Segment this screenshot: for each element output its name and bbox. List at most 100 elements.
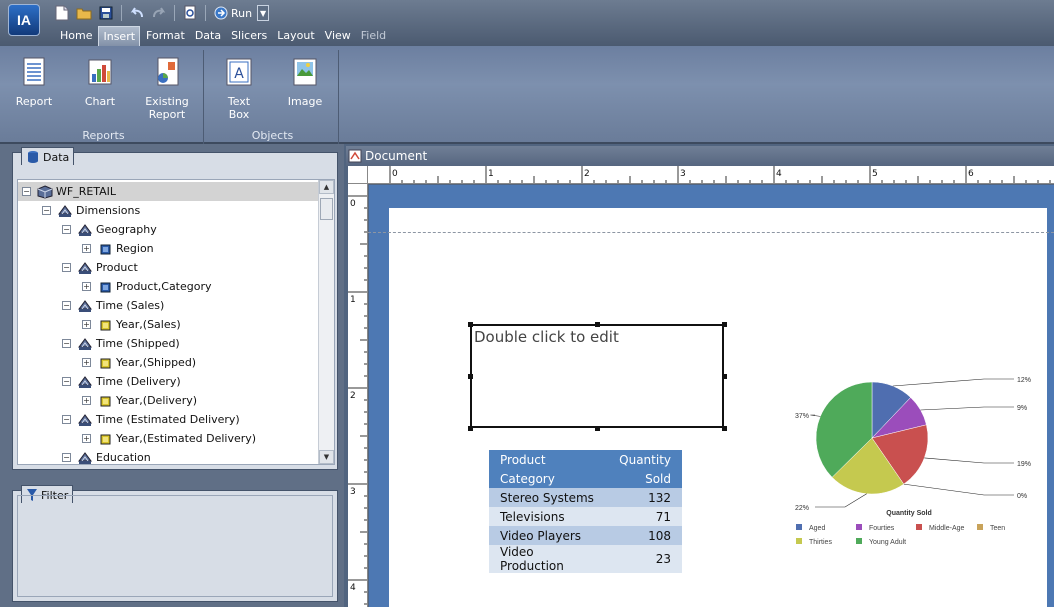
data-panel-title: Data xyxy=(43,150,70,164)
expand-icon[interactable]: + xyxy=(82,434,91,443)
tree-item[interactable]: + Year,(Shipped) xyxy=(18,353,196,372)
new-document-icon[interactable] xyxy=(52,4,72,22)
print-preview-icon[interactable] xyxy=(180,4,200,22)
tree-root[interactable]: − WF_RETAIL xyxy=(18,182,318,201)
date-field-icon xyxy=(100,434,111,444)
tree-item[interactable]: − Time (Estimated Delivery) xyxy=(18,410,240,429)
save-icon[interactable] xyxy=(96,4,116,22)
vertical-ruler: 0 1 2 3 4 xyxy=(348,184,368,607)
insert-chart-button[interactable]: Chart xyxy=(80,56,120,108)
tab-home[interactable]: Home xyxy=(56,26,96,46)
resize-handle-bottom[interactable] xyxy=(595,426,600,431)
resize-handle-bottom-left[interactable] xyxy=(468,426,473,431)
tree-item[interactable]: − Geography xyxy=(18,220,157,239)
redo-icon[interactable] xyxy=(149,4,169,22)
expand-icon[interactable]: + xyxy=(82,320,91,329)
data-panel: Data − WF_RETAIL − Dimensions − Geography + Reg… xyxy=(12,147,338,470)
image-label: Image xyxy=(287,95,323,108)
legend-label: Young Adult xyxy=(869,539,906,546)
dimension-icon xyxy=(78,223,92,236)
tree-item[interactable]: + Product,Category xyxy=(18,277,212,296)
collapse-icon[interactable]: − xyxy=(62,225,71,234)
tree-item[interactable]: − Time (Sales) xyxy=(18,296,164,315)
undo-icon[interactable] xyxy=(127,4,147,22)
insert-textbox-button[interactable]: A Text Box xyxy=(221,56,257,121)
collapse-icon[interactable]: − xyxy=(62,415,71,424)
table-cell-category: Video Production xyxy=(489,545,609,573)
insert-existing-report-button[interactable]: Existing Report xyxy=(142,56,192,121)
data-tree[interactable]: − WF_RETAIL − Dimensions − Geography + Region − P… xyxy=(17,179,335,465)
tab-data[interactable]: Data xyxy=(191,26,225,46)
column-header-quantity-sold-line1[interactable]: Quantity xyxy=(608,450,682,469)
report-page[interactable]: Double click to edit Product Quantity Ca… xyxy=(389,208,1047,607)
resize-handle-top-right[interactable] xyxy=(722,322,727,327)
open-folder-icon[interactable] xyxy=(74,4,94,22)
tree-item[interactable]: + Year,(Estimated Delivery) xyxy=(18,429,256,448)
tree-item-label: Region xyxy=(116,242,154,255)
title-bar: IA Run ▼ Home Insert Format Data Slicers… xyxy=(0,0,1054,46)
table-cell-quantity: 132 xyxy=(608,488,682,507)
insert-image-button[interactable]: Image xyxy=(285,56,325,108)
collapse-icon[interactable]: − xyxy=(62,377,71,386)
scroll-up-icon[interactable]: ▲ xyxy=(319,180,334,194)
resize-handle-top[interactable] xyxy=(595,322,600,327)
app-logo[interactable]: IA xyxy=(8,4,40,36)
table-row[interactable]: Video Production 23 xyxy=(489,545,682,573)
scroll-thumb[interactable] xyxy=(320,198,333,220)
column-header-product-category-line1[interactable]: Product xyxy=(489,450,609,469)
expand-icon[interactable]: + xyxy=(82,358,91,367)
resize-handle-top-left[interactable] xyxy=(468,322,473,327)
ruler-label: 1 xyxy=(488,169,494,179)
data-panel-tab[interactable]: Data xyxy=(21,147,75,165)
resize-handle-bottom-right[interactable] xyxy=(722,426,727,431)
tree-item[interactable]: + Year,(Sales) xyxy=(18,315,181,334)
tab-view[interactable]: View xyxy=(321,26,355,46)
svg-text:A: A xyxy=(234,66,244,82)
resize-handle-left[interactable] xyxy=(468,374,473,379)
tab-insert[interactable]: Insert xyxy=(98,26,141,46)
collapse-icon[interactable]: − xyxy=(22,187,31,196)
tree-item-label: Geography xyxy=(96,223,157,236)
tree-item[interactable]: − Education xyxy=(18,448,151,464)
tree-item[interactable]: − Product xyxy=(18,258,138,277)
ruler-corner xyxy=(348,166,368,184)
filter-drop-area[interactable] xyxy=(17,495,333,597)
tab-layout[interactable]: Layout xyxy=(273,26,318,46)
pie-chart[interactable]: 12% 9% 19% 0% 22% 37% Quantity Sold Aged Fourtie… xyxy=(789,368,1054,574)
run-button[interactable]: Run xyxy=(211,4,255,22)
tab-slicers[interactable]: Slicers xyxy=(227,26,271,46)
ribbon: Report Chart Existing Report Reports A T… xyxy=(0,46,1054,144)
collapse-icon[interactable]: − xyxy=(62,263,71,272)
text-box-content: Double click to edit xyxy=(474,328,619,346)
run-dropdown-button[interactable]: ▼ xyxy=(257,5,270,21)
tree-item[interactable]: + Region xyxy=(18,239,154,258)
expand-icon[interactable]: + xyxy=(82,244,91,253)
report-table[interactable]: Product Quantity Category Sold Stereo Sy… xyxy=(489,450,682,573)
textbox-label-line2: Box xyxy=(228,108,250,121)
table-row[interactable]: Stereo Systems 132 xyxy=(489,488,682,507)
column-header-product-category-line2[interactable]: Category xyxy=(489,469,609,488)
tree-item[interactable]: + Year,(Delivery) xyxy=(18,391,197,410)
scroll-down-icon[interactable]: ▼ xyxy=(319,450,334,464)
collapse-icon[interactable]: − xyxy=(62,339,71,348)
collapse-icon[interactable]: − xyxy=(42,206,51,215)
pie-leader-line xyxy=(903,483,1014,496)
tree-item[interactable]: − Time (Shipped) xyxy=(18,334,180,353)
expand-icon[interactable]: + xyxy=(82,282,91,291)
table-cell-category: Stereo Systems xyxy=(489,488,609,507)
tab-format[interactable]: Format xyxy=(142,26,189,46)
tree-item[interactable]: − Dimensions xyxy=(18,201,140,220)
tree-item-label: Time (Shipped) xyxy=(96,337,180,350)
tree-scrollbar[interactable]: ▲ ▼ xyxy=(318,180,334,464)
collapse-icon[interactable]: − xyxy=(62,301,71,310)
column-header-quantity-sold-line2[interactable]: Sold xyxy=(608,469,682,488)
insert-report-button[interactable]: Report xyxy=(14,56,54,108)
table-row[interactable]: Video Players 108 xyxy=(489,526,682,545)
tree-item[interactable]: − Time (Delivery) xyxy=(18,372,181,391)
table-row[interactable]: Televisions 71 xyxy=(489,507,682,526)
collapse-icon[interactable]: − xyxy=(62,453,71,462)
text-box[interactable]: Double click to edit xyxy=(470,324,724,428)
tree-item-label: Product xyxy=(96,261,138,274)
resize-handle-right[interactable] xyxy=(722,374,727,379)
expand-icon[interactable]: + xyxy=(82,396,91,405)
